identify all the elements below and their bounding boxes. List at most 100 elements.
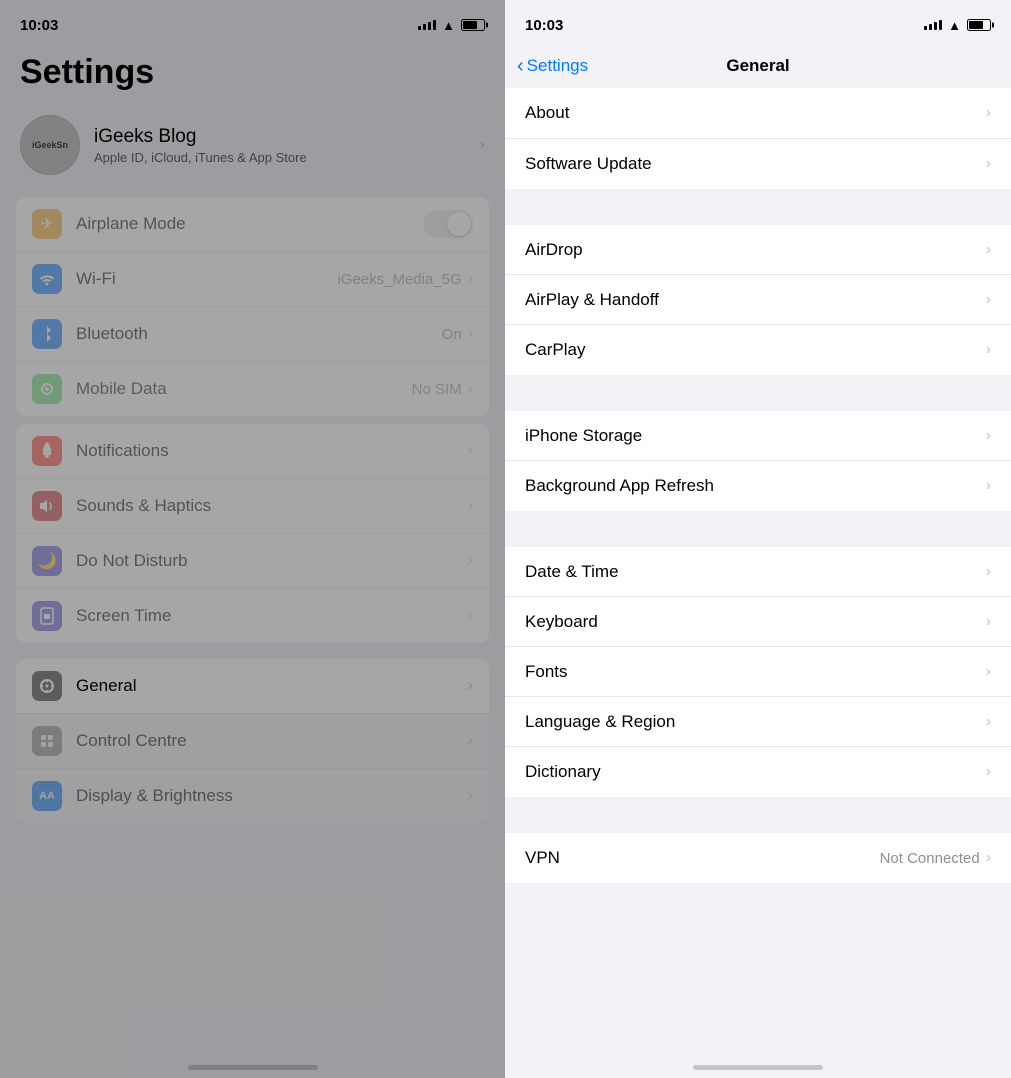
vpn-value: Not Connected (880, 850, 980, 867)
sounds-icon (32, 491, 62, 521)
background-app-refresh-chevron: › (986, 477, 991, 495)
wifi-label: Wi-Fi (76, 269, 337, 289)
settings-row-general[interactable]: General › (16, 659, 489, 714)
right-signal-icon (924, 20, 942, 30)
gap-3 (505, 511, 1011, 547)
profile-sub: Apple ID, iCloud, iTunes & App Store (94, 150, 480, 165)
software-update-chevron: › (986, 155, 991, 173)
right-group-storage: iPhone Storage › Background App Refresh … (505, 411, 1011, 511)
settings-row-sounds[interactable]: Sounds & Haptics › (16, 479, 489, 534)
language-region-chevron: › (986, 713, 991, 731)
settings-row-notifications[interactable]: Notifications › (16, 424, 489, 479)
general-icon (32, 671, 62, 701)
airplane-mode-toggle[interactable] (423, 210, 473, 238)
right-page-title: General (726, 56, 789, 76)
dictionary-label: Dictionary (525, 762, 986, 782)
settings-row-wifi[interactable]: Wi-Fi iGeeks_Media_5G › (16, 252, 489, 307)
fonts-chevron: › (986, 663, 991, 681)
back-button[interactable]: ‹ Settings (517, 56, 588, 76)
wifi-chevron: › (468, 270, 473, 288)
airplay-handoff-chevron: › (986, 291, 991, 309)
settings-header: Settings (0, 44, 505, 101)
section-alerts: Notifications › Sounds & Haptics › 🌙 Do … (16, 424, 489, 643)
right-battery-icon (967, 19, 991, 31)
do-not-disturb-label: Do Not Disturb (76, 551, 468, 571)
general-chevron: › (468, 677, 473, 695)
bluetooth-icon (32, 319, 62, 349)
right-wifi-icon: ▲ (948, 18, 961, 33)
right-row-airdrop[interactable]: AirDrop › (505, 225, 1011, 275)
gap-4 (505, 797, 1011, 833)
right-row-fonts[interactable]: Fonts › (505, 647, 1011, 697)
date-time-label: Date & Time (525, 562, 986, 582)
settings-row-mobile-data[interactable]: Mobile Data No SIM › (16, 362, 489, 416)
notifications-label: Notifications (76, 441, 468, 461)
mobile-data-icon (32, 374, 62, 404)
right-row-vpn[interactable]: VPN Not Connected › (505, 833, 1011, 883)
right-status-icons: ▲ (924, 18, 991, 33)
settings-row-screen-time[interactable]: Screen Time › (16, 589, 489, 643)
left-status-icons: ▲ (418, 18, 485, 33)
carplay-label: CarPlay (525, 340, 986, 360)
right-group-vpn: VPN Not Connected › (505, 833, 1011, 883)
right-row-carplay[interactable]: CarPlay › (505, 325, 1011, 375)
vpn-label: VPN (525, 848, 880, 868)
iphone-storage-chevron: › (986, 427, 991, 445)
date-time-chevron: › (986, 563, 991, 581)
back-chevron-icon: ‹ (517, 56, 524, 76)
left-time: 10:03 (20, 17, 58, 34)
keyboard-chevron: › (986, 613, 991, 631)
right-row-software-update[interactable]: Software Update › (505, 139, 1011, 189)
left-panel: 10:03 ▲ Settings iGeekSn iGeeks Blog App… (0, 0, 505, 1078)
battery-icon (461, 19, 485, 31)
screen-time-chevron: › (468, 607, 473, 625)
settings-row-do-not-disturb[interactable]: 🌙 Do Not Disturb › (16, 534, 489, 589)
right-row-keyboard[interactable]: Keyboard › (505, 597, 1011, 647)
airplane-mode-label: Airplane Mode (76, 214, 423, 234)
right-row-airplay-handoff[interactable]: AirPlay & Handoff › (505, 275, 1011, 325)
right-time: 10:03 (525, 17, 563, 34)
screen-time-icon (32, 601, 62, 631)
right-panel: 10:03 ▲ ‹ Settings General About (505, 0, 1011, 1078)
display-brightness-chevron: › (468, 787, 473, 805)
right-row-dictionary[interactable]: Dictionary › (505, 747, 1011, 797)
notifications-chevron: › (468, 442, 473, 460)
right-group-top: About › Software Update › (505, 88, 1011, 189)
right-row-date-time[interactable]: Date & Time › (505, 547, 1011, 597)
back-label: Settings (527, 56, 588, 76)
control-centre-label: Control Centre (76, 731, 468, 751)
airdrop-label: AirDrop (525, 240, 986, 260)
fonts-label: Fonts (525, 662, 986, 682)
airplane-mode-icon: ✈ (32, 209, 62, 239)
dictionary-chevron: › (986, 763, 991, 781)
right-row-background-app-refresh[interactable]: Background App Refresh › (505, 461, 1011, 511)
control-centre-icon (32, 726, 62, 756)
settings-row-airplane-mode[interactable]: ✈ Airplane Mode (16, 197, 489, 252)
control-centre-chevron: › (468, 732, 473, 750)
section-connectivity: ✈ Airplane Mode Wi-Fi iGeeks_Media_5G › (16, 197, 489, 416)
keyboard-label: Keyboard (525, 612, 986, 632)
gap-2 (505, 375, 1011, 411)
right-row-iphone-storage[interactable]: iPhone Storage › (505, 411, 1011, 461)
display-brightness-icon: AA (32, 781, 62, 811)
screen-time-label: Screen Time (76, 606, 468, 626)
iphone-storage-label: iPhone Storage (525, 426, 986, 446)
right-row-language-region[interactable]: Language & Region › (505, 697, 1011, 747)
settings-row-bluetooth[interactable]: Bluetooth On › (16, 307, 489, 362)
mobile-data-label: Mobile Data (76, 379, 412, 399)
carplay-chevron: › (986, 341, 991, 359)
do-not-disturb-icon: 🌙 (32, 546, 62, 576)
wifi-settings-icon (32, 264, 62, 294)
avatar-text: iGeekSn (32, 140, 68, 150)
profile-chevron: › (480, 136, 485, 154)
general-highlight-region (0, 890, 505, 942)
right-group-connectivity: AirDrop › AirPlay & Handoff › CarPlay › (505, 225, 1011, 375)
bluetooth-chevron: › (468, 325, 473, 343)
settings-row-display-brightness[interactable]: AA Display & Brightness › (16, 769, 489, 823)
profile-row[interactable]: iGeekSn iGeeks Blog Apple ID, iCloud, iT… (0, 101, 505, 189)
right-nav-header: ‹ Settings General (505, 44, 1011, 88)
mobile-data-chevron: › (468, 380, 473, 398)
settings-row-control-centre[interactable]: Control Centre › (16, 714, 489, 769)
right-status-bar: 10:03 ▲ (505, 0, 1011, 44)
right-row-about[interactable]: About › (505, 88, 1011, 138)
